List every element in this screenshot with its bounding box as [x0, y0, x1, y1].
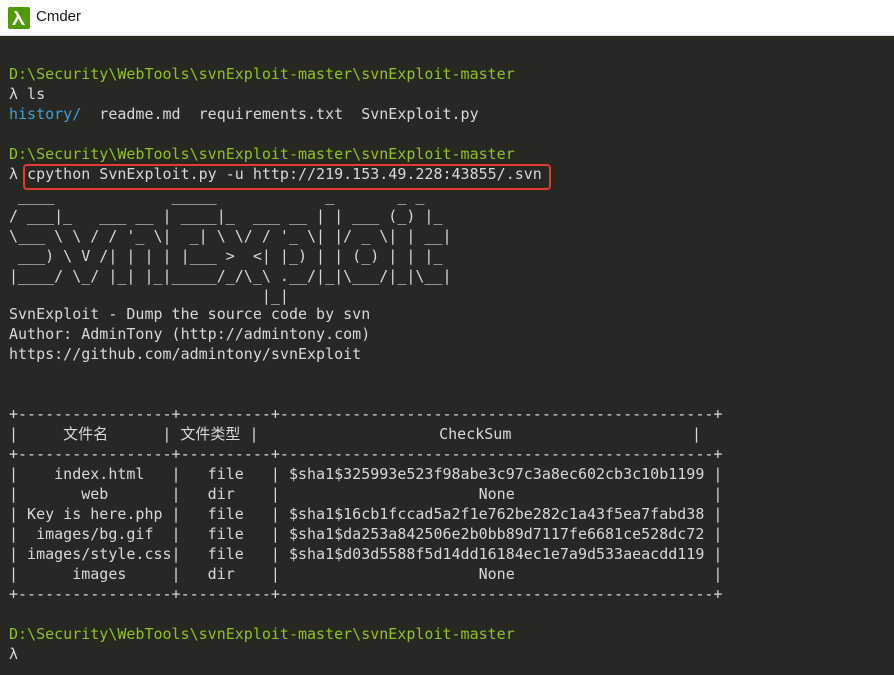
banner-line: / ___|_ ___ __ | ____|_ ___ __ | | ___ (… — [9, 207, 452, 225]
table-row: | images/bg.gif | file | $sha1$da253a842… — [9, 525, 723, 543]
prompt-path: D:\Security\WebTools\svnExploit-master\s… — [9, 625, 515, 643]
banner-line: \___ \ \ / / '_ \| _| \ \/ / '_ \| |/ _ … — [9, 227, 452, 245]
table-row: | web | dir | None | — [9, 485, 723, 503]
banner-line: |_| — [9, 287, 452, 305]
table-border: +-----------------+----------+----------… — [9, 445, 723, 463]
table-border: +-----------------+----------+----------… — [9, 405, 723, 423]
table-border: +-----------------+----------+----------… — [9, 585, 723, 603]
info-line: SvnExploit - Dump the source code by svn — [9, 305, 371, 323]
lambda-icon — [8, 7, 30, 29]
info-line: https://github.com/admintony/svnExploit — [9, 345, 362, 363]
banner-line: ____ _____ _ _ _ — [9, 187, 452, 205]
table-row: | images | dir | None | — [9, 565, 723, 583]
prompt-path: D:\Security\WebTools\svnExploit-master\s… — [9, 145, 515, 163]
dir-entry: history/ — [9, 105, 82, 123]
cmder-window: Cmder D:\Security\WebTools\svnExploit-ma… — [0, 0, 894, 675]
table-row: | images/style.css| file | $sha1$d03d558… — [9, 545, 723, 563]
banner-line: ___) \ V /| | | | |___ > <| |_) | | (_) … — [9, 247, 452, 265]
ls-output: history/ readme.md requirements.txt SvnE… — [9, 104, 479, 124]
table-row: | index.html | file | $sha1$325993e523f9… — [9, 465, 723, 483]
table-row: | Key is here.php | file | $sha1$16cb1fc… — [9, 505, 723, 523]
title-bar[interactable]: Cmder — [0, 0, 894, 36]
file-entries: readme.md requirements.txt SvnExploit.py — [81, 105, 479, 123]
prompt-path: D:\Security\WebTools\svnExploit-master\s… — [9, 65, 515, 83]
command-prompt[interactable]: λ — [9, 644, 18, 664]
table-header: | 文件名 | 文件类型 | CheckSum | — [9, 425, 702, 443]
banner-line: |____/ \_/ |_| |_|_____/_/\_\ .__/|_|\__… — [9, 267, 452, 285]
command-line: λ ls — [9, 85, 46, 103]
terminal-output[interactable]: D:\Security\WebTools\svnExploit-master\s… — [0, 36, 894, 675]
window-title: Cmder — [36, 8, 82, 25]
info-line: Author: AdminTony (http://admintony.com) — [9, 325, 371, 343]
